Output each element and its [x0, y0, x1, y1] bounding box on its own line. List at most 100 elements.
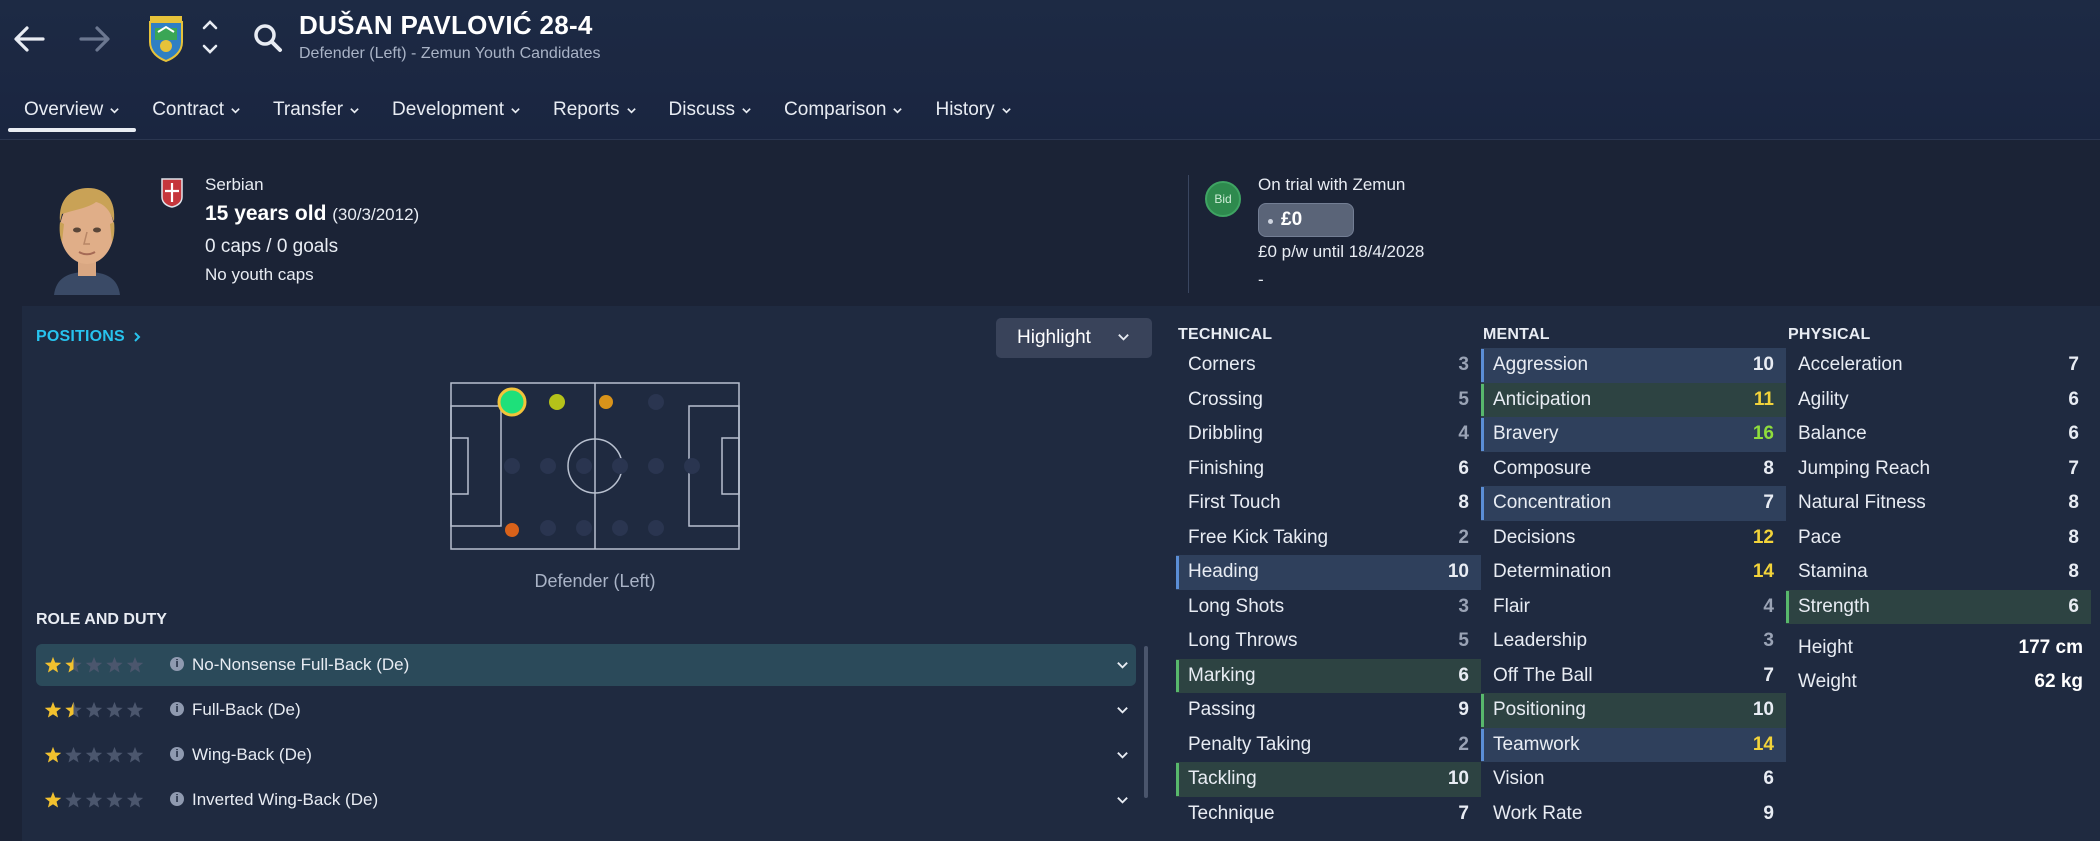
attribute-row-anticipation[interactable]: Anticipation 11 [1481, 382, 1786, 417]
attribute-row-vision[interactable]: Vision 6 [1481, 762, 1786, 797]
attribute-name: Composure [1493, 457, 1592, 479]
info-icon[interactable]: i [170, 747, 184, 761]
attribute-value: 8 [2068, 492, 2079, 514]
attribute-row-stamina[interactable]: Stamina 8 [1786, 555, 2091, 590]
star-empty [65, 746, 82, 763]
attribute-row-off-the-ball[interactable]: Off The Ball 7 [1481, 659, 1786, 694]
attribute-row-crossing[interactable]: Crossing 5 [1176, 383, 1481, 418]
info-icon[interactable]: i [170, 702, 184, 716]
star-filled [44, 791, 62, 808]
attribute-row-balance[interactable]: Balance 6 [1786, 417, 2091, 452]
info-icon[interactable]: i [170, 792, 184, 806]
search-button[interactable] [250, 20, 288, 58]
attribute-name: Positioning [1493, 699, 1586, 721]
attribute-row-free-kick-taking[interactable]: Free Kick Taking 2 [1176, 521, 1481, 556]
attribute-row-tackling[interactable]: Tackling 10 [1176, 762, 1481, 797]
attribute-row-work-rate[interactable]: Work Rate 9 [1481, 797, 1786, 832]
positions-link[interactable]: POSITIONS [36, 328, 142, 346]
back-button[interactable] [4, 14, 54, 64]
forward-button[interactable] [70, 14, 120, 64]
chevron-down-icon [231, 107, 240, 114]
star-empty [126, 791, 144, 808]
attribute-row-passing[interactable]: Passing 9 [1176, 693, 1481, 728]
attribute-name: Teamwork [1493, 733, 1580, 755]
attribute-row-decisions[interactable]: Decisions 12 [1481, 521, 1786, 556]
attribute-row-dribbling[interactable]: Dribbling 4 [1176, 417, 1481, 452]
info-icon[interactable]: i [170, 657, 184, 671]
star-rating-icon [44, 656, 144, 673]
attribute-row-natural-fitness[interactable]: Natural Fitness 8 [1786, 486, 2091, 521]
tab-transfer[interactable]: Transfer [257, 88, 376, 132]
position-dot-dl [497, 387, 527, 417]
attribute-name: Bravery [1493, 423, 1559, 445]
tab-reports[interactable]: Reports [537, 88, 653, 132]
attribute-name: Balance [1798, 423, 1867, 445]
highlight-dropdown-label: Highlight [1017, 327, 1091, 348]
attribute-row-aggression[interactable]: Aggression 10 [1481, 348, 1786, 383]
chevron-down-icon[interactable] [1116, 749, 1129, 762]
star-filled [44, 746, 62, 763]
attribute-name: Finishing [1188, 457, 1265, 479]
attribute-row-jumping-reach[interactable]: Jumping Reach 7 [1786, 452, 2091, 487]
attribute-value: 7 [1458, 802, 1469, 824]
attribute-row-bravery[interactable]: Bravery 16 [1481, 417, 1786, 452]
star-empty [106, 656, 123, 673]
attribute-row-positioning[interactable]: Positioning 10 [1481, 693, 1786, 728]
player-avatar [44, 180, 130, 295]
attribute-row-concentration[interactable]: Concentration 7 [1481, 486, 1786, 521]
attribute-value: 6 [2068, 595, 2079, 617]
tab-comparison[interactable]: Comparison [768, 88, 919, 132]
attribute-value: 8 [2068, 526, 2079, 548]
position-label: Defender (Left) [534, 571, 656, 591]
tab-overview[interactable]: Overview [8, 88, 137, 132]
tab-discuss[interactable]: Discuss [653, 88, 769, 132]
attribute-row-technique[interactable]: Technique 7 [1176, 797, 1481, 832]
attribute-row-first-touch[interactable]: First Touch 8 [1176, 486, 1481, 521]
player-name: DUŠAN PAVLOVIĆ 28-4 [299, 10, 593, 40]
attribute-name: Free Kick Taking [1188, 526, 1329, 548]
star-empty [65, 791, 82, 808]
attribute-row-heading[interactable]: Heading 10 [1176, 555, 1481, 590]
attribute-row-long-throws[interactable]: Long Throws 5 [1176, 624, 1481, 659]
attribute-row-pace[interactable]: Pace 8 [1786, 521, 2091, 556]
attribute-name: Pace [1798, 526, 1842, 548]
tab-contract[interactable]: Contract [136, 88, 257, 132]
weight-label: Weight [1798, 671, 1857, 692]
chevron-down-icon [110, 107, 119, 114]
attribute-row-penalty-taking[interactable]: Penalty Taking 2 [1176, 728, 1481, 763]
attribute-row-long-shots[interactable]: Long Shots 3 [1176, 590, 1481, 625]
attribute-row-acceleration[interactable]: Acceleration 7 [1786, 348, 2091, 383]
chevron-down-icon[interactable] [1116, 704, 1129, 717]
attribute-name: Crossing [1188, 388, 1263, 410]
attribute-row-marking[interactable]: Marking 6 [1176, 658, 1481, 693]
attribute-row-agility[interactable]: Agility 6 [1786, 383, 2091, 418]
attribute-name: Agility [1798, 388, 1849, 410]
attribute-row-strength[interactable]: Strength 6 [1786, 589, 2091, 624]
bid-button[interactable]: Bid [1205, 181, 1241, 217]
highlight-dropdown[interactable]: Highlight [996, 318, 1152, 358]
tab-development[interactable]: Development [376, 88, 537, 132]
club-switcher[interactable] [198, 16, 222, 58]
attribute-row-leadership[interactable]: Leadership 3 [1481, 624, 1786, 659]
attribute-row-corners[interactable]: Corners 3 [1176, 348, 1481, 383]
attribute-value: 5 [1458, 630, 1469, 652]
tab-history[interactable]: History [919, 88, 1027, 132]
chevron-down-icon[interactable] [1116, 659, 1129, 672]
attribute-row-composure[interactable]: Composure 8 [1481, 452, 1786, 487]
position-dot-dr [505, 523, 519, 537]
attribute-row-determination[interactable]: Determination 14 [1481, 555, 1786, 590]
club-crest[interactable] [146, 14, 186, 63]
role-row[interactable]: i Wing-Back (De) [36, 734, 1136, 776]
attribute-row-teamwork[interactable]: Teamwork 14 [1481, 727, 1786, 762]
attribute-row-flair[interactable]: Flair 4 [1481, 590, 1786, 625]
attribute-value: 10 [1447, 768, 1469, 790]
chevron-down-icon [893, 107, 903, 114]
attribute-name: Passing [1188, 699, 1256, 721]
attribute-row-finishing[interactable]: Finishing 6 [1176, 452, 1481, 487]
chevron-down-icon[interactable] [1116, 794, 1129, 807]
role-row[interactable]: i Full-Back (De) [36, 689, 1136, 731]
technical-attributes: TECHNICAL Corners 3 Crossing 5 Dribbling 4 Fin… [1176, 322, 1481, 831]
role-row[interactable]: i No-Nonsense Full-Back (De) [36, 644, 1136, 686]
role-list-scrollbar[interactable] [1144, 646, 1148, 798]
role-row[interactable]: i Inverted Wing-Back (De) [36, 779, 1136, 821]
